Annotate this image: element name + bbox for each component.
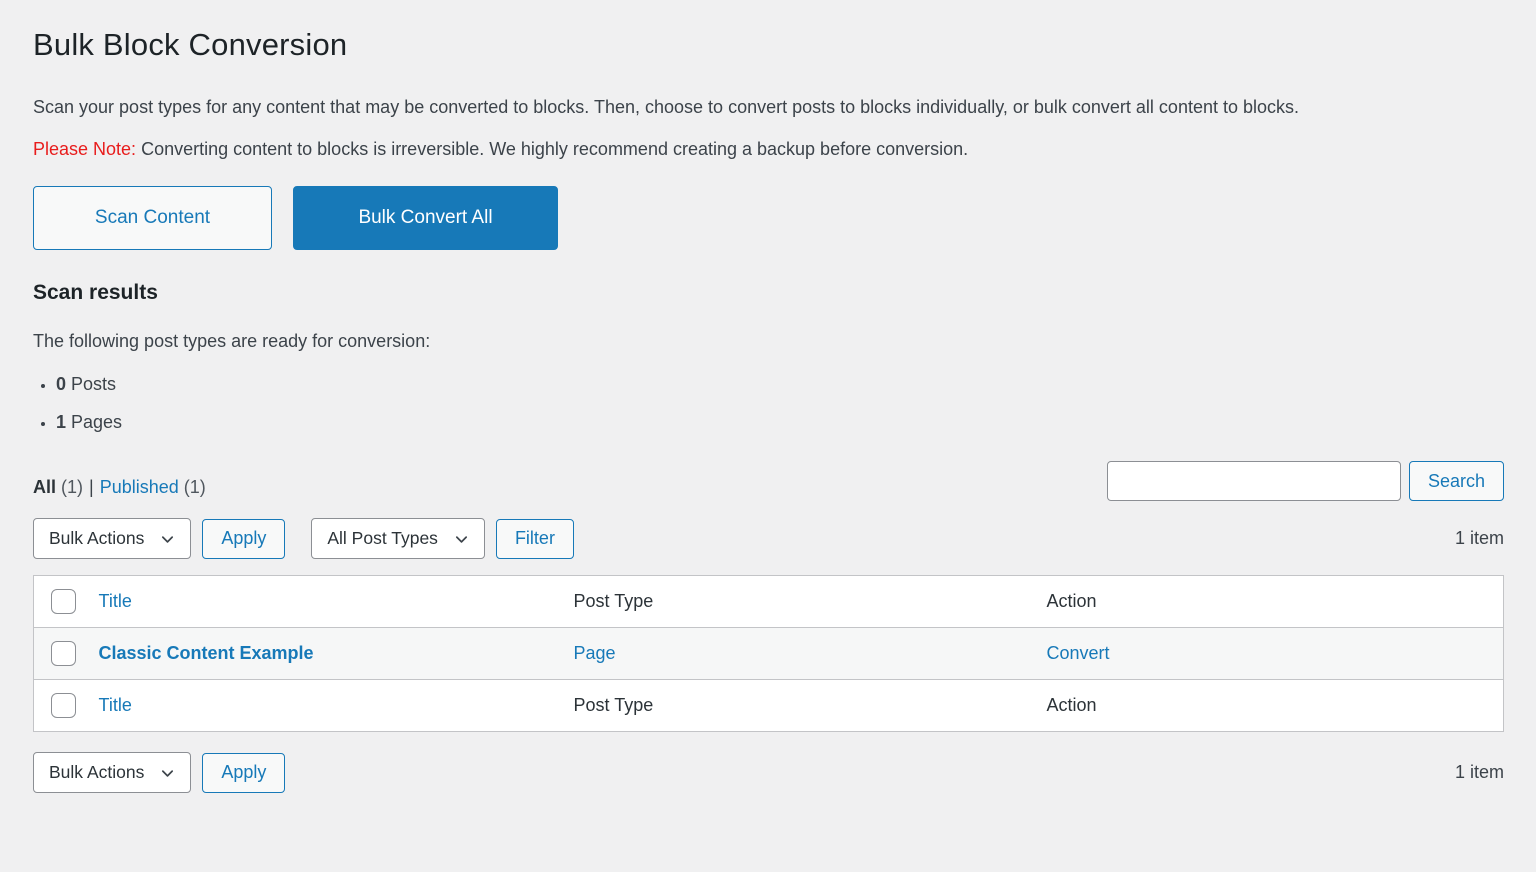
select-all-checkbox-bottom[interactable] [51, 693, 76, 719]
table-row: Classic Content Example Page Convert [33, 627, 1504, 680]
apply-button-bottom[interactable]: Apply [202, 752, 286, 793]
item-count-bottom: 1 item [1454, 762, 1504, 783]
row-posttype-link[interactable]: Page [574, 643, 616, 663]
apply-button[interactable]: Apply [202, 518, 286, 559]
bulk-convert-all-button[interactable]: Bulk Convert All [293, 186, 558, 251]
page-title: Bulk Block Conversion [33, 27, 348, 62]
search-button[interactable]: Search [1408, 461, 1504, 502]
post-type-filter-label: All Post Types [327, 528, 438, 549]
view-all-link[interactable]: All (1) [33, 477, 83, 497]
bulk-actions-select-bottom[interactable]: Bulk Actions [33, 752, 192, 794]
views-search-row: All (1) | Published (1) Search [33, 461, 1504, 502]
table-header-row: Title Post Type Action [33, 576, 1504, 628]
top-tablenav: Bulk Actions Apply All Post Types Filter… [33, 518, 1504, 560]
post-type-filter-select[interactable]: All Post Types [311, 518, 485, 560]
row-checkbox[interactable] [51, 641, 76, 667]
intro-text: Scan your post types for any content tha… [33, 97, 1300, 118]
column-title-header[interactable]: Title [99, 591, 132, 611]
row-title-link[interactable]: Classic Content Example [99, 643, 314, 663]
item-count-top: 1 item [1454, 528, 1504, 549]
bulk-actions-select[interactable]: Bulk Actions [33, 518, 192, 560]
note-label: Please Note: [33, 139, 137, 160]
post-type-list: 0 Posts 1 Pages [33, 374, 1504, 433]
chevron-down-icon [160, 766, 175, 781]
action-buttons: Scan Content Bulk Convert All [33, 186, 1504, 251]
scan-results-heading: Scan results [33, 281, 158, 305]
column-posttype-footer: Post Type [573, 695, 654, 716]
view-filter-links: All (1) | Published (1) [33, 477, 206, 501]
scan-results-table: Title Post Type Action Classic Content E… [33, 575, 1504, 733]
bulk-actions-select-label: Bulk Actions [49, 528, 145, 549]
posts-count: 0 [56, 374, 67, 395]
search-input[interactable] [1106, 461, 1401, 502]
bottom-tablenav-controls: Bulk Actions Apply [33, 752, 286, 794]
search-box: Search [1106, 461, 1504, 502]
view-all-label: All [33, 477, 57, 498]
view-published-label: Published [99, 477, 179, 498]
view-all-count: (1) [56, 477, 84, 498]
view-published-link[interactable]: Published (1) [100, 477, 206, 497]
top-tablenav-controls: Bulk Actions Apply All Post Types Filter [33, 518, 574, 560]
ready-description: The following post types are ready for c… [33, 331, 431, 352]
pages-count: 1 [56, 412, 67, 433]
note-text: Please Note: Converting content to block… [33, 139, 1504, 160]
select-all-checkbox[interactable] [51, 589, 76, 615]
view-separator: | [89, 477, 94, 498]
bulk-actions-select-bottom-label: Bulk Actions [49, 762, 145, 783]
post-count-item: 0 Posts [56, 374, 1504, 395]
filter-button[interactable]: Filter [495, 518, 574, 559]
column-title-footer[interactable]: Title [99, 695, 132, 715]
bottom-tablenav: Bulk Actions Apply 1 item [33, 752, 1504, 794]
posts-label: Posts [66, 374, 117, 395]
page-wrap: Bulk Block Conversion Scan your post typ… [0, 26, 1536, 794]
note-body: Converting content to blocks is irrevers… [136, 139, 969, 160]
chevron-down-icon [454, 532, 469, 547]
column-action-footer: Action [1046, 695, 1097, 716]
convert-link[interactable]: Convert [1047, 643, 1110, 663]
column-action-header: Action [1046, 591, 1097, 612]
column-posttype-header: Post Type [573, 591, 654, 612]
chevron-down-icon [160, 532, 175, 547]
scan-content-button[interactable]: Scan Content [33, 186, 272, 251]
pages-label: Pages [66, 412, 123, 433]
view-published-count: (1) [178, 477, 206, 498]
pages-count-item: 1 Pages [56, 412, 1504, 433]
table-footer-row: Title Post Type Action [34, 680, 1504, 732]
